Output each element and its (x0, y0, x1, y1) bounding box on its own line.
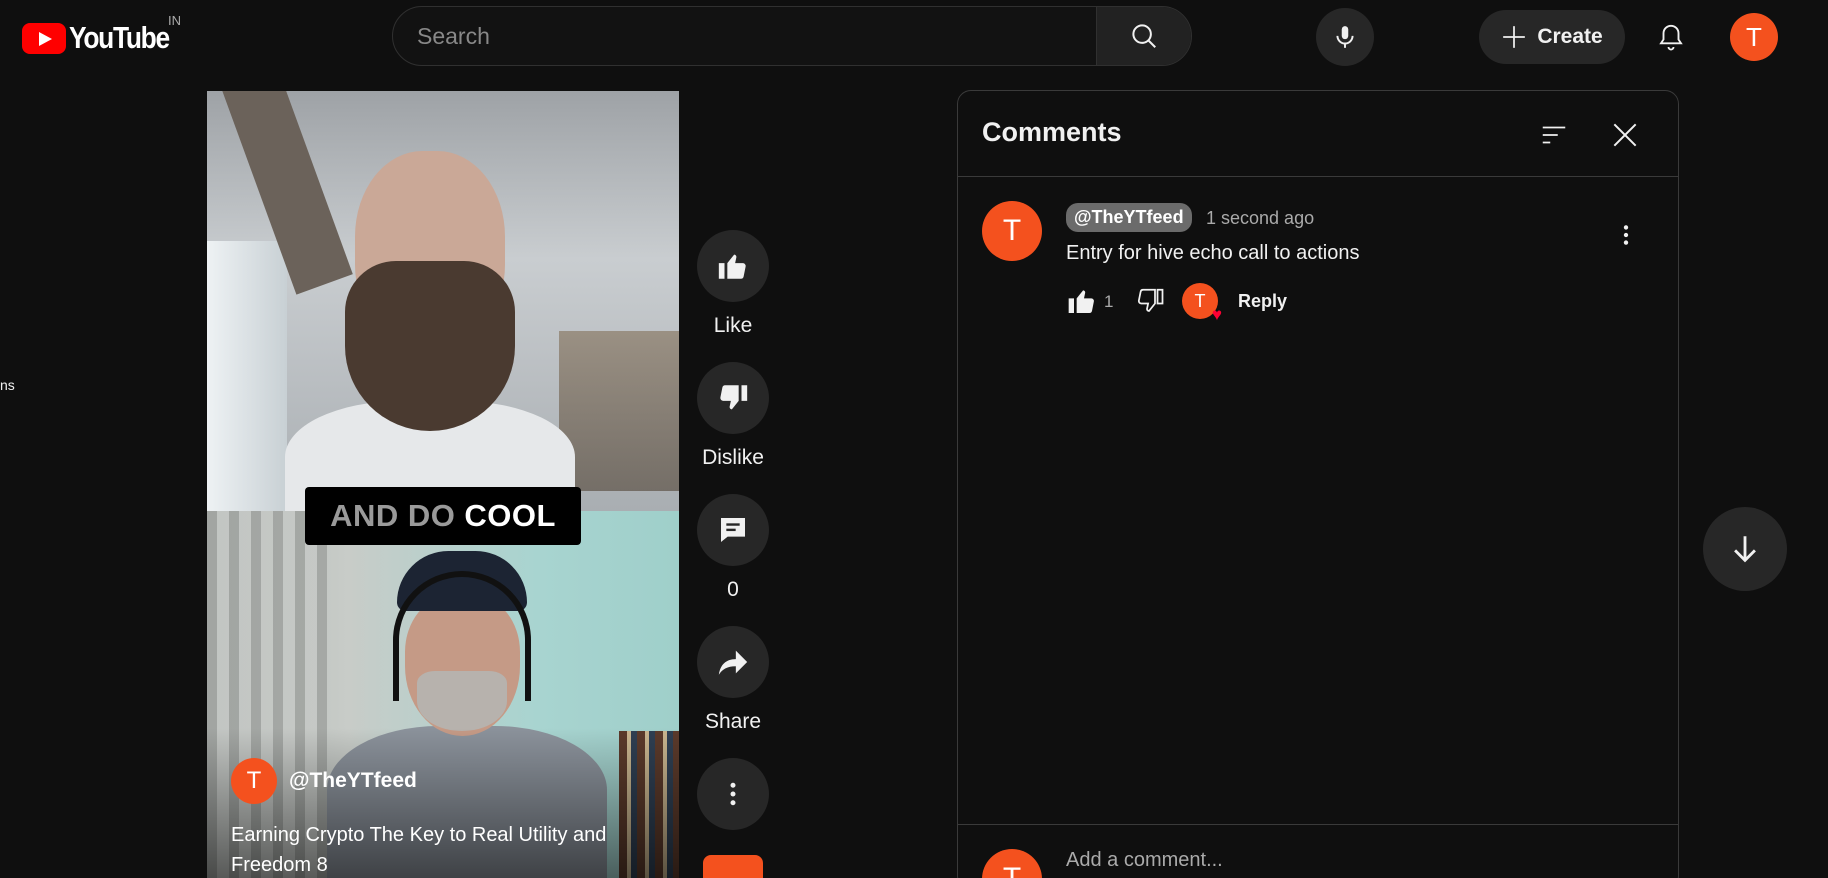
comments-button[interactable]: 0 (693, 494, 773, 602)
thumbs-up-icon (1068, 290, 1094, 314)
channel-name[interactable]: @TheYTfeed (289, 769, 417, 793)
more-vertical-icon (1623, 225, 1629, 245)
like-label: Like (713, 314, 753, 337)
search-button[interactable] (1096, 7, 1191, 65)
comment-author-avatar[interactable]: T (982, 201, 1042, 261)
region-code: IN (168, 13, 181, 28)
sort-comments-button[interactable] (1530, 111, 1578, 159)
account-avatar[interactable]: T (1730, 13, 1778, 61)
more-vertical-icon (730, 782, 736, 806)
comment-action-menu-button[interactable] (1606, 215, 1646, 255)
current-user-avatar: T (982, 849, 1042, 878)
channel-avatar[interactable]: T (231, 758, 277, 804)
comment-text: Entry for hive echo call to actions (1066, 242, 1360, 264)
comments-header: Comments (958, 91, 1678, 177)
plus-icon (1503, 26, 1526, 48)
channel-info: T @TheYTfeed (231, 758, 417, 804)
creator-heart-badge[interactable]: T ♥ (1182, 283, 1222, 323)
caption-dim-text: AND DO (330, 498, 456, 533)
microphone-icon (1336, 26, 1354, 48)
comments-panel: Comments T @TheYTfeed 1 second ago Entry… (957, 90, 1679, 878)
comment-toolbar: 1 T ♥ Reply (1066, 283, 1566, 323)
share-label: Share (704, 710, 762, 733)
add-comment-input[interactable]: Add a comment... (1066, 849, 1223, 872)
dislike-label: Dislike (702, 446, 764, 469)
share-button[interactable]: Share (693, 626, 773, 734)
sound-avatar-thumbnail[interactable] (703, 855, 763, 878)
comment-dislike-button[interactable] (1135, 283, 1169, 319)
video-frame-top (207, 91, 679, 541)
youtube-play-icon (22, 22, 66, 54)
video-title[interactable]: Earning Crypto The Key to Real Utility a… (231, 820, 661, 878)
create-button[interactable]: Create (1479, 10, 1625, 64)
comment-like-count: 1 (1104, 292, 1114, 311)
comment-timestamp[interactable]: 1 second ago (1206, 208, 1314, 229)
dislike-button[interactable]: Dislike (693, 362, 773, 470)
top-header: YouTube IN Create T (0, 0, 1828, 74)
comments-count: 0 (727, 578, 739, 601)
logo-text: YouTube (69, 20, 170, 55)
thumbs-down-icon (720, 385, 748, 410)
more-actions-button[interactable] (693, 758, 773, 830)
heart-icon: ♥ (1211, 305, 1222, 324)
close-comments-button[interactable] (1601, 111, 1649, 159)
shorts-video-player[interactable]: AND DO COOL T @TheYTfeed Earning Crypto … (207, 91, 679, 878)
search-bar (392, 6, 1192, 66)
create-label: Create (1537, 25, 1603, 48)
add-comment-bar: T Add a comment... (958, 824, 1678, 878)
search-icon (1132, 24, 1156, 48)
close-icon (1613, 123, 1637, 147)
arrow-down-icon (1734, 536, 1756, 563)
bell-icon (1659, 24, 1683, 51)
sort-icon (1542, 126, 1566, 144)
comment-author-name[interactable]: @TheYTfeed (1066, 203, 1192, 232)
video-caption: AND DO COOL (305, 487, 581, 545)
thumbs-down-icon (1137, 288, 1164, 312)
youtube-logo[interactable]: YouTube (22, 20, 187, 56)
caption-bright-text: COOL (464, 498, 556, 533)
comment-icon (721, 518, 745, 542)
comments-title: Comments (982, 117, 1122, 147)
next-video-button[interactable] (1703, 507, 1787, 591)
reply-button[interactable]: Reply (1238, 291, 1287, 312)
notifications-button[interactable] (1646, 12, 1696, 62)
search-input[interactable] (393, 7, 1096, 65)
share-icon (718, 650, 748, 675)
heart-avatar-initial: T (1194, 290, 1206, 311)
comment-like-button[interactable] (1066, 283, 1100, 319)
thumbs-up-icon (718, 254, 746, 279)
voice-search-button[interactable] (1316, 8, 1374, 66)
like-button[interactable]: Like (693, 230, 773, 338)
sidebar-label-fragment[interactable]: ns (0, 377, 15, 393)
